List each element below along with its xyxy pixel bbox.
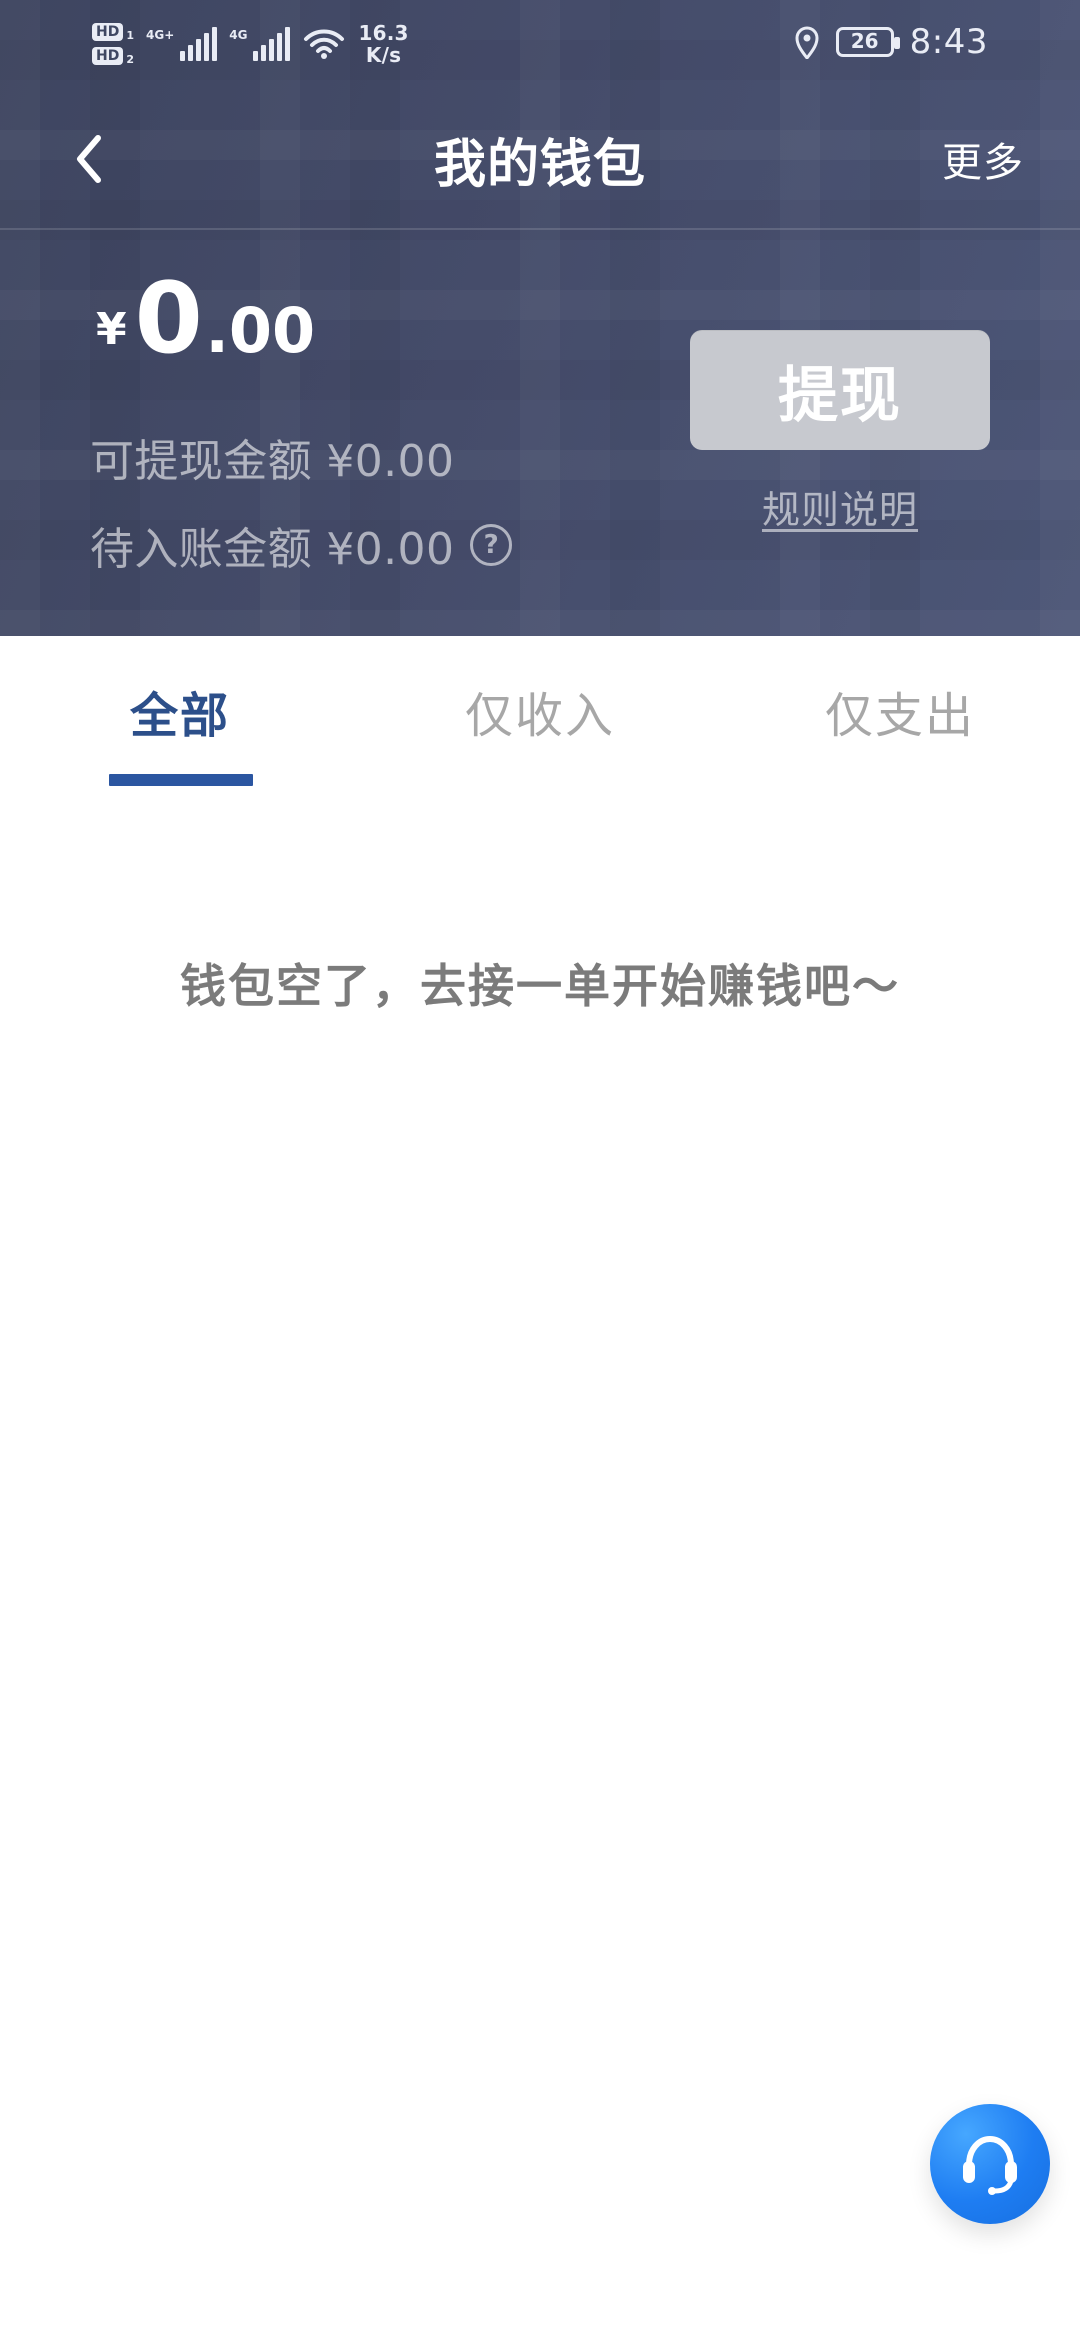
signal-2: 4G: [229, 27, 291, 61]
wallet-balance: ¥ 0 .00: [96, 270, 315, 390]
signal-1: 4G+: [146, 27, 218, 61]
balance-integer: 0: [134, 262, 204, 376]
battery-icon: 26: [835, 27, 900, 57]
pending-amount-row: 待入账金额 ¥0.00 ?: [90, 512, 513, 578]
more-button[interactable]: 更多: [942, 90, 1024, 228]
hd-icon: HD: [92, 23, 124, 41]
available-amount-row: 可提现金额 ¥0.00: [90, 424, 454, 490]
balance-decimal: .00: [205, 294, 316, 367]
network-type-2: 4G: [229, 28, 248, 42]
status-left: HD 1 HD 2 4G+ 4G 16.3 K/s: [92, 14, 409, 74]
status-bar: HD 1 HD 2 4G+ 4G 16.3 K/s 26 8:43: [0, 0, 1080, 90]
hd-1-sub: 1: [126, 29, 134, 42]
network-type-1: 4G+: [146, 28, 175, 42]
top-navigation: 我的钱包 更多: [0, 90, 1080, 228]
hd-1: HD 1: [92, 23, 134, 41]
clock: 8:43: [909, 22, 988, 62]
withdraw-button[interactable]: 提现: [690, 330, 990, 450]
pending-amount: 待入账金额 ¥0.00: [90, 524, 455, 575]
page-title: 我的钱包: [433, 134, 646, 195]
wifi-icon: [304, 29, 345, 59]
available-amount: 可提现金额 ¥0.00: [90, 436, 455, 487]
wallet-header: HD 1 HD 2 4G+ 4G 16.3 K/s 26 8:43 我的钱包 更…: [0, 0, 1080, 636]
customer-service-button[interactable]: [930, 2104, 1050, 2224]
empty-state-message: 钱包空了，去接一单开始赚钱吧～: [180, 959, 900, 1013]
network-speed: 16.3 K/s: [358, 22, 408, 66]
header-divider: [0, 228, 1080, 230]
hd-indicators: HD 1 HD 2: [92, 23, 134, 65]
signal-icon: [180, 27, 218, 61]
status-right: 26 8:43: [794, 20, 988, 64]
location-icon: [795, 26, 819, 59]
tab-all[interactable]: 全部: [90, 636, 270, 786]
battery-level: 26: [850, 29, 879, 53]
filter-tabs: 全部 仅收入 仅支出: [0, 636, 1080, 786]
rules-link[interactable]: 规则说明: [690, 476, 990, 536]
hd-icon: HD: [92, 47, 124, 65]
network-speed-value: 16.3: [358, 21, 409, 45]
question-mark-icon[interactable]: ?: [470, 524, 513, 566]
currency-symbol: ¥: [96, 304, 127, 355]
network-speed-unit: K/s: [365, 43, 402, 67]
tab-income-only[interactable]: 仅收入: [450, 636, 630, 786]
hd-2: HD 2: [92, 47, 134, 65]
hd-2-sub: 2: [126, 53, 134, 66]
tab-expense-only[interactable]: 仅支出: [810, 636, 990, 786]
signal-icon: [253, 27, 291, 61]
active-tab-indicator: [109, 774, 253, 786]
customer-service-icon: [963, 2135, 1017, 2195]
